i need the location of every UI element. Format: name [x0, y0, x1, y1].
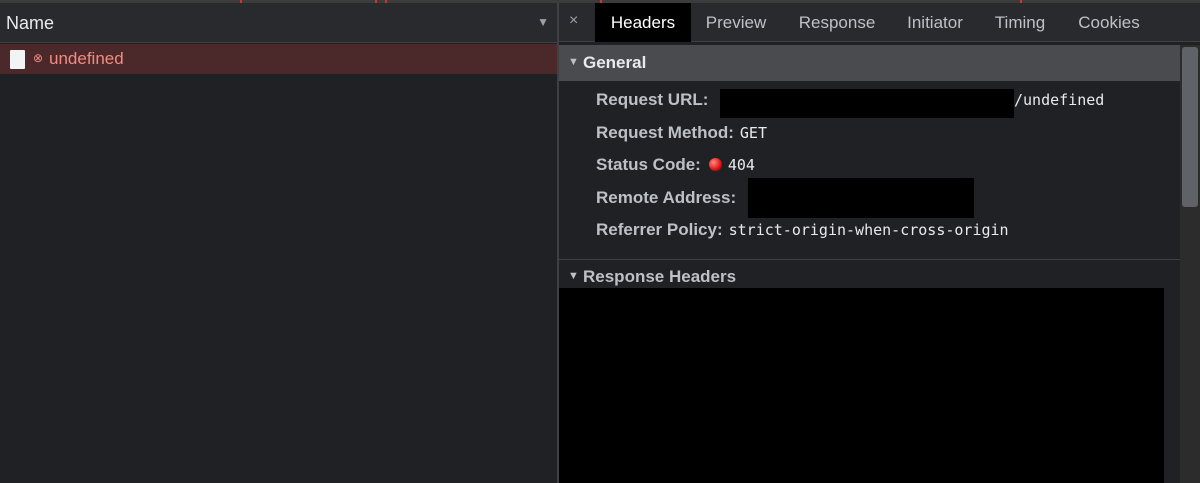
status-code-row: Status Code: 404: [596, 155, 755, 179]
response-headers-title: Response Headers: [583, 267, 737, 286]
tab-initiator[interactable]: Initiator: [897, 3, 973, 42]
tab-preview[interactable]: Preview: [695, 3, 777, 42]
status-code-label: Status Code:: [596, 155, 701, 174]
triangle-down-icon[interactable]: ▼: [537, 15, 549, 29]
referrer-policy-row: Referrer Policy: strict-origin-when-cross…: [596, 220, 1009, 244]
tab-headers[interactable]: Headers: [595, 3, 691, 42]
tab-response[interactable]: Response: [787, 3, 887, 42]
details-scrollbar[interactable]: [1180, 45, 1200, 483]
request-url-value-row: /undefined: [1014, 91, 1104, 115]
referrer-policy-label: Referrer Policy:: [596, 220, 723, 239]
triangle-down-icon: ▼: [568, 56, 579, 68]
redacted-url: [720, 89, 1014, 118]
request-url-label: Request URL:: [596, 90, 709, 109]
document-icon: [10, 50, 25, 69]
request-method-label: Request Method:: [596, 123, 734, 142]
request-url-row: Request URL:: [596, 90, 708, 114]
name-column-header[interactable]: Name ▼: [0, 3, 557, 43]
general-section-header[interactable]: ▼ General: [559, 45, 1180, 81]
request-url-value[interactable]: /undefined: [1014, 91, 1104, 109]
redacted-remote-address: [748, 178, 974, 218]
referrer-policy-value[interactable]: strict-origin-when-cross-origin: [729, 221, 1009, 239]
request-name: undefined: [49, 49, 124, 68]
tab-timing[interactable]: Timing: [987, 3, 1053, 42]
details-tab-bar: × Headers Preview Response Initiator Tim…: [559, 3, 1200, 42]
remote-address-row: Remote Address:: [596, 188, 736, 212]
error-icon: ⊗: [33, 51, 44, 65]
tab-cookies[interactable]: Cookies: [1067, 3, 1151, 42]
request-list-pane: Name ▼ ⊗ undefined: [0, 3, 557, 483]
close-icon[interactable]: ×: [569, 12, 578, 30]
name-column-label: Name: [6, 13, 55, 33]
request-details-pane: × Headers Preview Response Initiator Tim…: [559, 3, 1200, 483]
scrollbar-thumb[interactable]: [1182, 47, 1198, 207]
status-error-icon: [708, 158, 722, 171]
response-headers-section-header[interactable]: ▼ Response Headers: [559, 259, 1180, 289]
request-row[interactable]: ⊗ undefined: [0, 44, 557, 74]
triangle-down-icon: ▼: [568, 270, 579, 282]
request-method-value[interactable]: GET: [740, 124, 767, 142]
redacted-response-headers: [559, 288, 1164, 483]
status-code-value[interactable]: 404: [728, 156, 755, 174]
request-method-row: Request Method: GET: [596, 123, 767, 147]
remote-address-label: Remote Address:: [596, 188, 737, 207]
general-section-title: General: [583, 53, 647, 72]
